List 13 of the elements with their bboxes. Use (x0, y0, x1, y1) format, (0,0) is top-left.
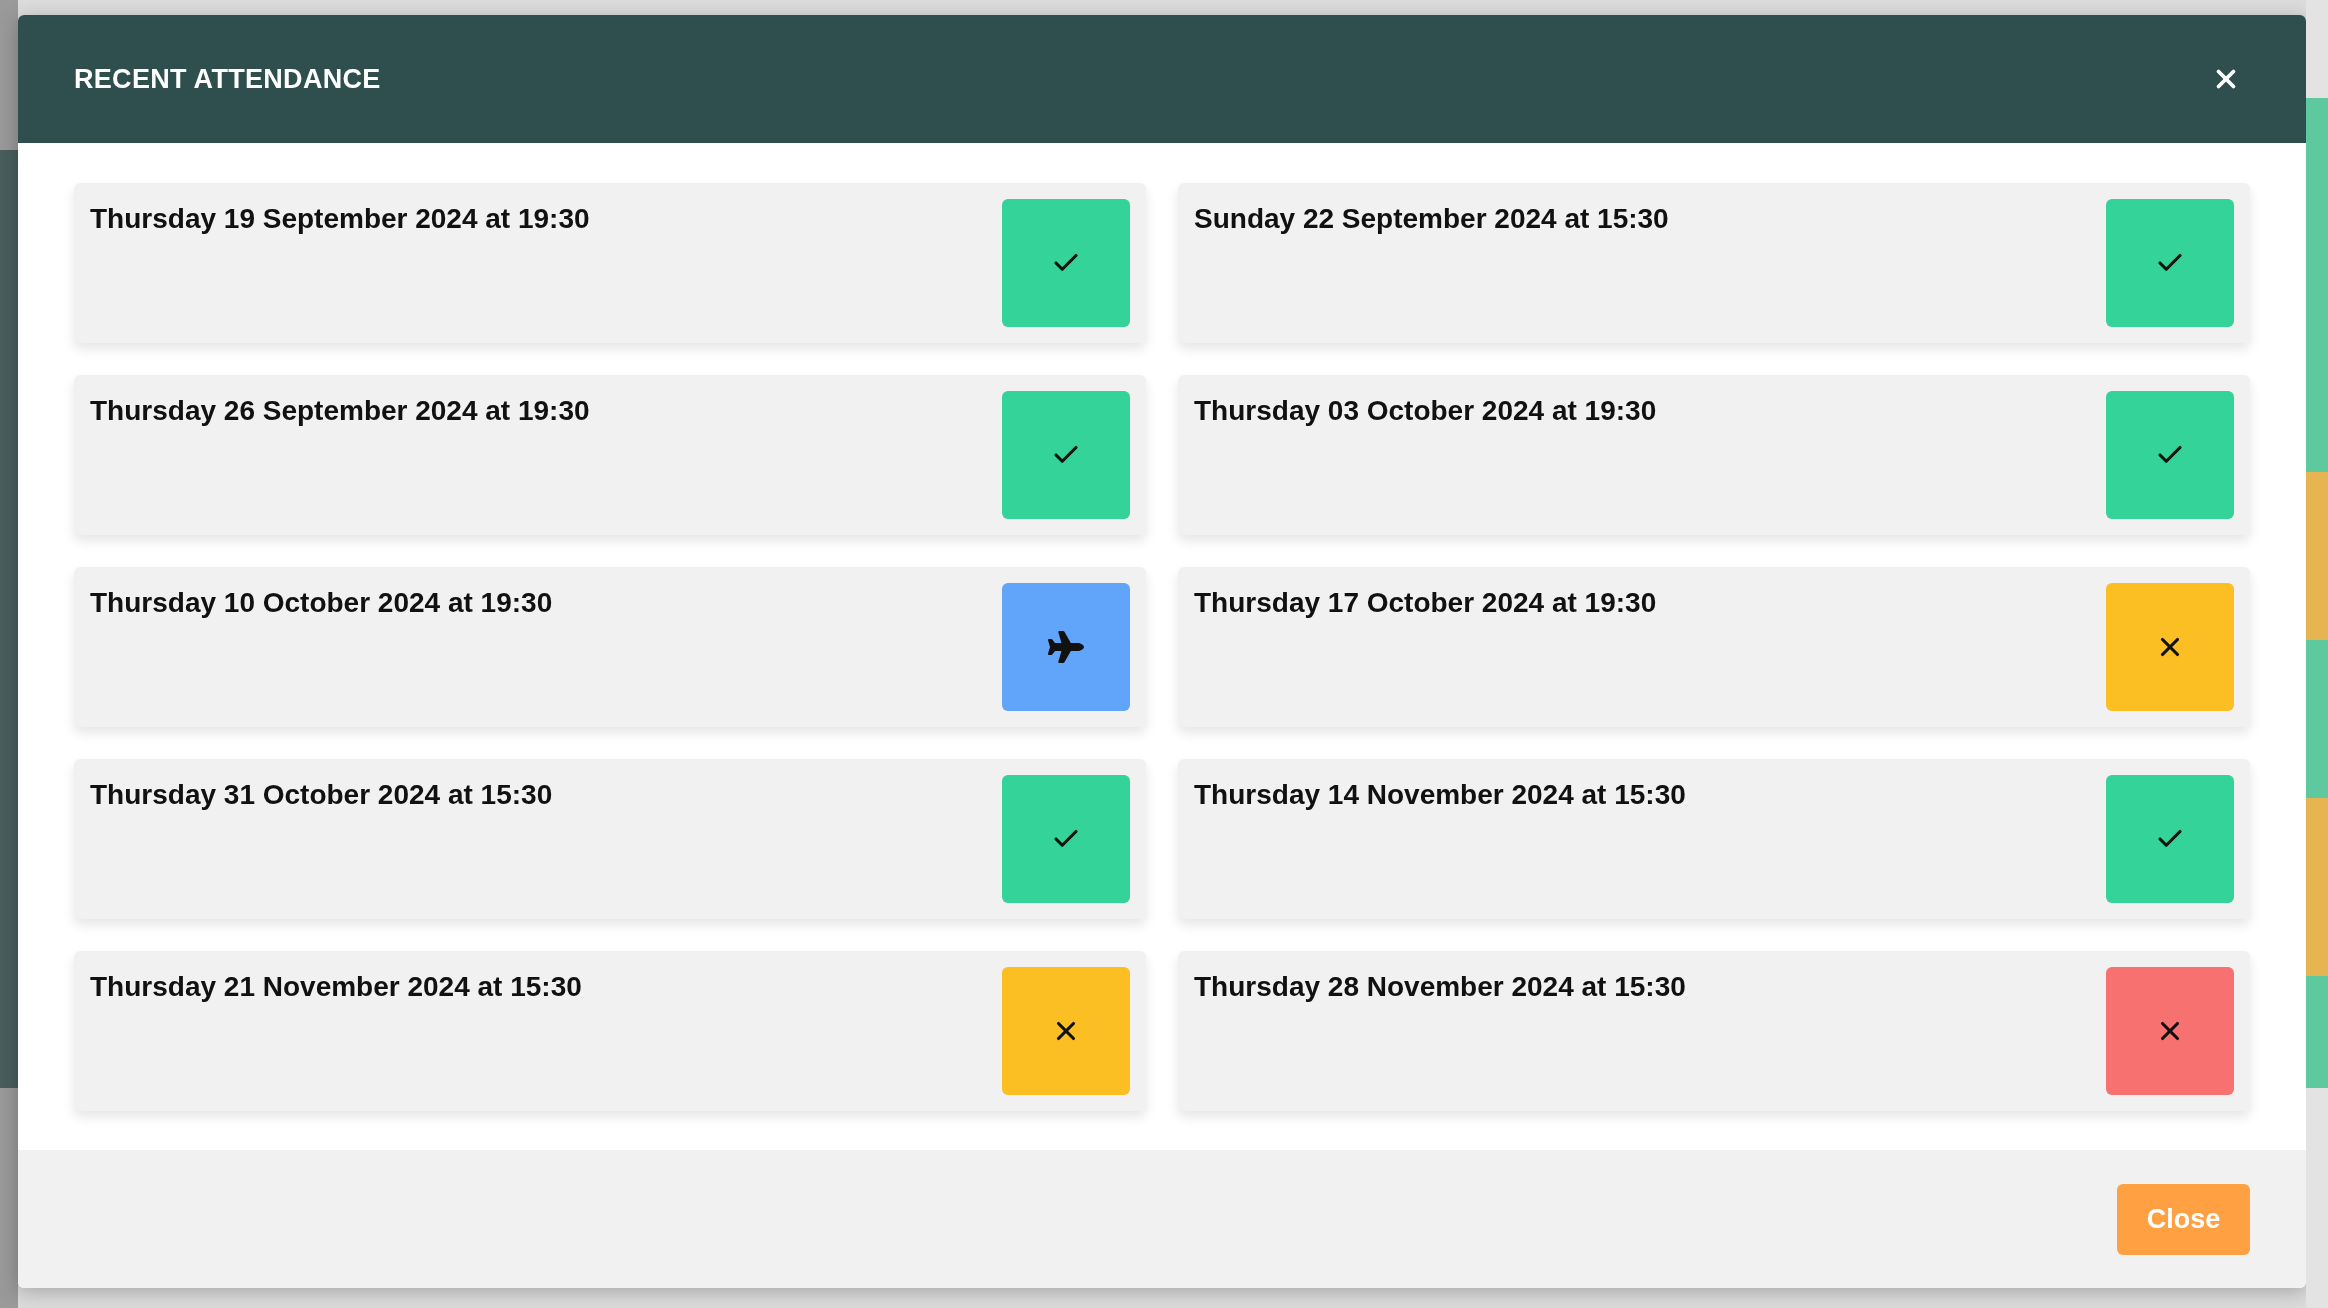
session-date: Thursday 26 September 2024 at 19:30 (90, 395, 590, 428)
session-date: Thursday 31 October 2024 at 15:30 (90, 779, 553, 812)
close-button[interactable]: Close (2117, 1183, 2250, 1255)
session-date: Thursday 28 November 2024 at 15:30 (1194, 971, 1686, 1004)
session-date: Thursday 19 September 2024 at 19:30 (90, 203, 590, 236)
session-date: Thursday 21 November 2024 at 15:30 (90, 971, 582, 1004)
dialog-title: RECENT ATTENDANCE (74, 63, 381, 95)
session-date: Thursday 03 October 2024 at 19:30 (1194, 395, 1657, 428)
session-date: Sunday 22 September 2024 at 15:30 (1194, 203, 1669, 236)
session-date: Thursday 17 October 2024 at 19:30 (1194, 587, 1657, 620)
session-date: Thursday 10 October 2024 at 19:30 (90, 587, 553, 620)
airplane-icon (1048, 629, 1084, 665)
session-date: Thursday 14 November 2024 at 15:30 (1194, 779, 1686, 812)
